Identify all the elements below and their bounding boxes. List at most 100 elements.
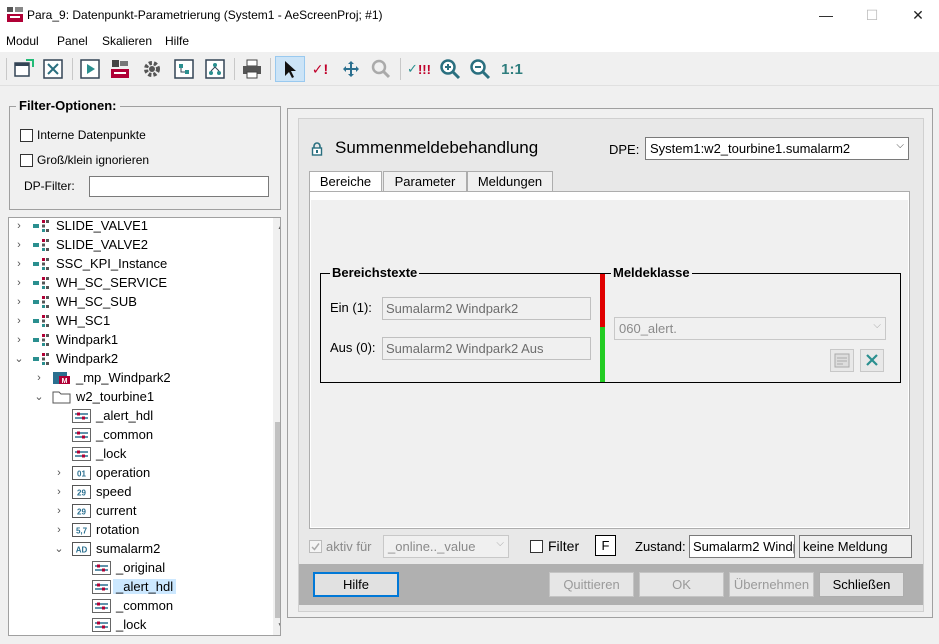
tree-item[interactable]: _common xyxy=(9,597,265,616)
chevron-down-icon[interactable]: ⌄ xyxy=(33,388,45,407)
tree-item[interactable]: › 29 speed xyxy=(9,483,265,502)
chevron-right-icon[interactable]: › xyxy=(13,331,25,350)
filter-f-button[interactable]: F xyxy=(595,535,616,556)
scroll-down-icon[interactable]: ▼ xyxy=(273,618,280,635)
window-title: Para_9: Datenpunkt-Parametrierung (Syste… xyxy=(27,8,383,22)
struct-icon xyxy=(32,276,51,290)
tree-item[interactable]: › WH_SC_SERVICE xyxy=(9,274,265,293)
close-panel-icon[interactable] xyxy=(41,57,65,81)
tree-item[interactable]: › Windpark1 xyxy=(9,331,265,350)
chevron-right-icon[interactable]: › xyxy=(13,293,25,312)
online-attribute-select[interactable]: _online.._value ⌵ xyxy=(383,535,509,558)
close-window-button[interactable]: ✕ xyxy=(895,0,939,30)
tree-item-label: rotation xyxy=(96,522,140,537)
struct-icon xyxy=(32,314,51,328)
menu-hilfe[interactable]: Hilfe xyxy=(165,34,189,48)
acknowledge-button[interactable]: Quittieren xyxy=(549,572,634,597)
search-icon[interactable] xyxy=(369,57,393,81)
chevron-down-icon[interactable]: ⌄ xyxy=(53,540,65,559)
chevron-right-icon[interactable]: › xyxy=(13,312,25,331)
svg-text:01: 01 xyxy=(77,470,86,479)
tree-item[interactable]: › 5,7 rotation xyxy=(9,521,265,540)
state-label: Zustand: xyxy=(635,539,686,554)
tab-bereiche[interactable]: Bereiche xyxy=(309,171,382,193)
zoom-reset-button[interactable]: 1:1 xyxy=(498,57,526,81)
ok-button[interactable]: OK xyxy=(639,572,724,597)
tree-item[interactable]: _alert_hdl xyxy=(9,578,265,597)
datapoint-tree[interactable]: › SLIDE_VALVE1 › SLIDE_VALVE2 › SSC_KPI_Insta… xyxy=(8,217,281,636)
tree-item[interactable]: › WH_SC1 xyxy=(9,312,265,331)
dp-filter-input[interactable] xyxy=(89,176,269,197)
alert-icon[interactable]: ✓!!! xyxy=(406,57,432,81)
run-icon[interactable] xyxy=(78,57,102,81)
tree-item[interactable]: › WH_SC_SUB xyxy=(9,293,265,312)
menu-skalieren[interactable]: Skalieren xyxy=(102,34,152,48)
chevron-right-icon[interactable]: › xyxy=(33,369,45,388)
tree-item[interactable]: _alert_hdl xyxy=(9,407,265,426)
state-text-field[interactable]: Sumalarm2 Windpark2 xyxy=(689,535,795,558)
help-button[interactable]: Hilfe xyxy=(313,572,399,597)
tree-item[interactable]: › 29 current xyxy=(9,502,265,521)
filter-checkbox[interactable] xyxy=(530,540,543,553)
tree-item[interactable]: _lock xyxy=(9,445,265,464)
internal-dp-checkbox[interactable] xyxy=(20,129,33,142)
tree-item[interactable]: › SLIDE_VALVE1 xyxy=(9,218,265,236)
tree-item[interactable]: › M _mp_Windpark2 xyxy=(9,369,265,388)
panel-topology-icon[interactable] xyxy=(172,57,196,81)
checkmark-icon xyxy=(311,543,320,551)
tree-scrollbar[interactable]: ▲ ▼ xyxy=(273,218,280,635)
apply-button[interactable]: Übernehmen xyxy=(729,572,814,597)
chevron-right-icon[interactable]: › xyxy=(53,464,65,483)
panel-tree-icon[interactable] xyxy=(203,57,227,81)
tree-item[interactable]: ⌄ w2_tourbine1 xyxy=(9,388,265,407)
scroll-thumb[interactable] xyxy=(275,422,280,618)
scroll-up-icon[interactable]: ▲ xyxy=(273,218,280,235)
aktiv-checkbox[interactable] xyxy=(309,540,322,553)
alert-class-clear-button[interactable] xyxy=(860,349,884,372)
dpe-select[interactable]: System1:w2_tourbine1.sumalarm2 ⌵ xyxy=(645,137,909,160)
chevron-right-icon[interactable]: › xyxy=(53,502,65,521)
svg-text:5,7: 5,7 xyxy=(76,527,88,536)
dp-filter-label: DP-Filter: xyxy=(24,179,75,193)
tree-item[interactable]: _original xyxy=(9,559,265,578)
struct-icon xyxy=(32,257,51,271)
tree-item[interactable]: › SLIDE_VALVE2 xyxy=(9,236,265,255)
zoom-out-icon[interactable] xyxy=(468,57,492,81)
chevron-right-icon[interactable]: › xyxy=(13,218,25,236)
pointer-icon[interactable] xyxy=(275,56,305,82)
open-panel-icon[interactable] xyxy=(12,57,36,81)
gear-icon[interactable] xyxy=(140,57,164,81)
para-icon[interactable] xyxy=(108,57,132,81)
zoom-in-icon[interactable] xyxy=(438,57,462,81)
chevron-right-icon[interactable]: › xyxy=(53,521,65,540)
maximize-button[interactable]: ☐ xyxy=(849,0,895,30)
tree-item[interactable]: ⌄ Windpark2 xyxy=(9,350,265,369)
tree-item[interactable]: › SSC_KPI_Instance xyxy=(9,255,265,274)
chevron-right-icon[interactable]: › xyxy=(13,236,25,255)
chevron-right-icon xyxy=(73,597,85,616)
tree-item[interactable]: ⌄ AD sumalarm2 xyxy=(9,540,265,559)
print-icon[interactable] xyxy=(240,57,264,81)
menu-bar: Modul Panel Skalieren Hilfe xyxy=(0,30,939,52)
tree-item[interactable]: › 01 operation xyxy=(9,464,265,483)
menu-panel[interactable]: Panel xyxy=(57,34,88,48)
toolbar-separator xyxy=(234,58,235,80)
alert-class-select-button[interactable] xyxy=(830,349,854,372)
tab-parameter[interactable]: Parameter xyxy=(383,171,467,192)
close-button[interactable]: Schließen xyxy=(819,572,904,597)
tab-meldungen[interactable]: Meldungen xyxy=(467,171,553,192)
chevron-right-icon[interactable]: › xyxy=(13,274,25,293)
chevron-right-icon[interactable]: › xyxy=(53,483,65,502)
minimize-button[interactable]: — xyxy=(803,0,849,30)
tree-item[interactable]: _lock xyxy=(9,616,265,635)
aus-text-input[interactable]: Sumalarm2 Windpark2 Aus xyxy=(382,337,591,360)
tree-item[interactable]: _common xyxy=(9,426,265,445)
move-icon[interactable] xyxy=(339,57,363,81)
ein-text-input[interactable]: Sumalarm2 Windpark2 xyxy=(382,297,591,320)
alert-class-select[interactable]: 060_alert. ⌵ xyxy=(614,317,886,340)
menu-modul[interactable]: Modul xyxy=(6,34,39,48)
case-ignore-checkbox[interactable] xyxy=(20,154,33,167)
check-icon[interactable]: ✓! xyxy=(308,57,332,81)
chevron-down-icon[interactable]: ⌄ xyxy=(13,350,25,369)
chevron-right-icon[interactable]: › xyxy=(13,255,25,274)
